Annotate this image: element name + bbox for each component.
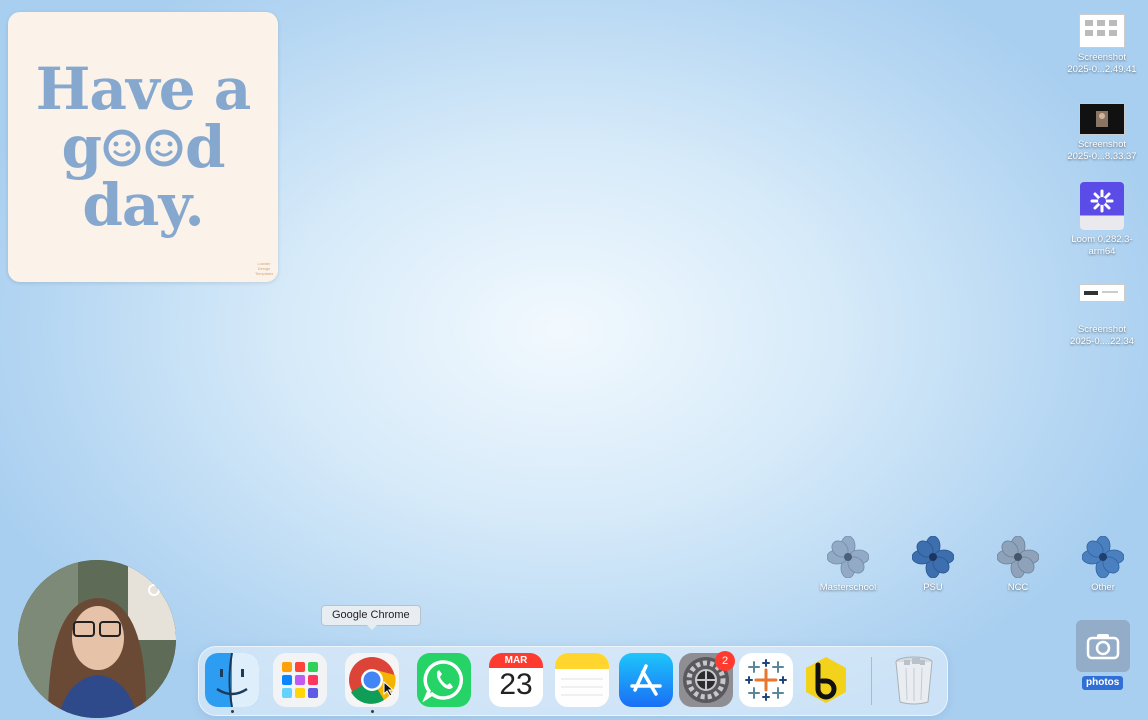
calendar-month: MAR: [489, 653, 543, 668]
running-indicator: [231, 710, 234, 713]
dock-app-whatsapp[interactable]: [417, 653, 471, 707]
flower-folder-icon: [912, 536, 954, 578]
app-store-icon: [630, 664, 662, 696]
folder-psu[interactable]: PSU: [893, 536, 973, 594]
desktop-icon-screenshot-3[interactable]: Screenshot 2025-0....22.34: [1057, 284, 1147, 348]
screenshot-thumbnail-icon: [1079, 103, 1125, 135]
dock-app-launchpad[interactable]: [273, 653, 327, 707]
desktop-icon-screenshot-2[interactable]: Screenshot 2025-0...8.33.37: [1057, 103, 1147, 163]
folder-ncc[interactable]: NCC: [978, 536, 1058, 594]
launchpad-icon: [282, 662, 318, 698]
dock-app-tableau[interactable]: [739, 653, 793, 707]
dock-app-finder[interactable]: [205, 653, 259, 707]
tooltip-arrow: [367, 625, 377, 630]
desktop-icon-screenshot-1[interactable]: Screenshot 2025-0...2.49.41: [1057, 14, 1147, 76]
widget-line-2: g d: [61, 113, 225, 181]
dock-app-notes[interactable]: [555, 653, 609, 707]
dock-divider: [871, 657, 872, 705]
loom-installer-icon: [1080, 182, 1124, 230]
screenshot-thumbnail-icon: [1079, 14, 1125, 48]
photos-folder[interactable]: [1076, 620, 1130, 672]
folder-masterschool[interactable]: Masterschool: [808, 536, 888, 594]
notes-icon: [555, 653, 609, 707]
dock-app-trash[interactable]: [887, 653, 941, 707]
smiley-face-icon: [103, 129, 141, 167]
dock: MAR 23 2: [198, 646, 948, 716]
flower-folder-icon: [1082, 536, 1124, 578]
smiley-face-icon: [145, 129, 183, 167]
widget-line-1: Have a: [35, 55, 252, 123]
calendar-day: 23: [499, 668, 533, 701]
running-indicator: [371, 710, 374, 713]
widget-line-3: day.: [82, 171, 204, 239]
photos-folder-label[interactable]: photos: [1082, 676, 1124, 690]
mouse-cursor-icon: [383, 681, 395, 697]
tableau-icon: [745, 659, 787, 701]
have-a-good-day-widget[interactable]: Have a g d day. Lowder Design Templates: [8, 12, 278, 282]
trash-icon: [895, 656, 933, 705]
desktop-icon-loom-installer[interactable]: Loom 0.282.3- arm64: [1057, 182, 1147, 258]
whatsapp-icon: [422, 660, 464, 702]
folder-other[interactable]: Other: [1063, 536, 1143, 594]
webcam-overlay: [18, 560, 176, 718]
dock-app-calendar[interactable]: MAR 23: [489, 653, 543, 707]
beeper-icon: [806, 657, 846, 703]
flower-folder-icon: [827, 536, 869, 578]
camera-icon: [1086, 634, 1120, 660]
finder-icon: [205, 653, 259, 707]
notification-badge: 2: [715, 651, 735, 671]
flower-folder-icon: [997, 536, 1039, 578]
dock-app-app-store[interactable]: [619, 653, 673, 707]
webcam-person-image: [18, 560, 176, 718]
dock-app-google-chrome[interactable]: [345, 653, 399, 707]
screenshot-thumbnail-icon: [1079, 284, 1125, 302]
dock-app-beeper[interactable]: [799, 653, 853, 707]
chrome-icon: [349, 657, 396, 704]
dock-tooltip: Google Chrome: [321, 605, 421, 626]
dock-app-system-settings[interactable]: 2: [679, 651, 735, 707]
widget-credit: Lowder Design Templates: [255, 261, 274, 276]
